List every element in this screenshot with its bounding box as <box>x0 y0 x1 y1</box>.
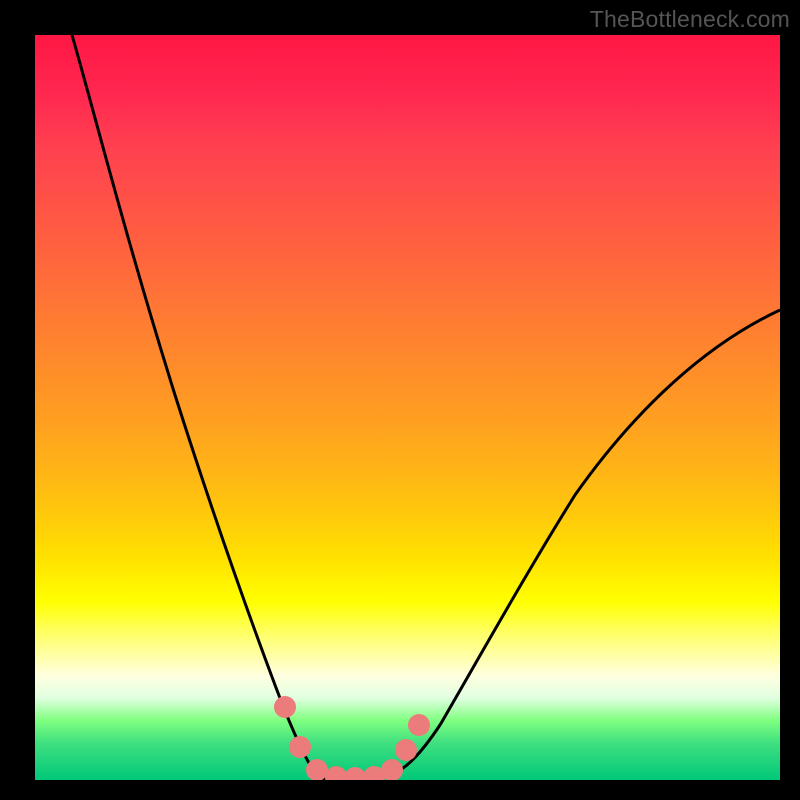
watermark-text: TheBottleneck.com <box>590 6 790 33</box>
marker-group <box>274 696 430 780</box>
marker-dot <box>408 714 430 736</box>
marker-dot <box>306 759 328 780</box>
marker-dot <box>395 739 417 761</box>
marker-dot <box>274 696 296 718</box>
marker-dot <box>325 766 347 780</box>
marker-dot <box>381 759 403 780</box>
bottleneck-curve-left <box>72 35 335 779</box>
marker-dot <box>289 736 311 758</box>
chart-svg <box>35 35 780 780</box>
marker-dot <box>344 767 366 780</box>
bottleneck-curve-right <box>335 310 780 779</box>
